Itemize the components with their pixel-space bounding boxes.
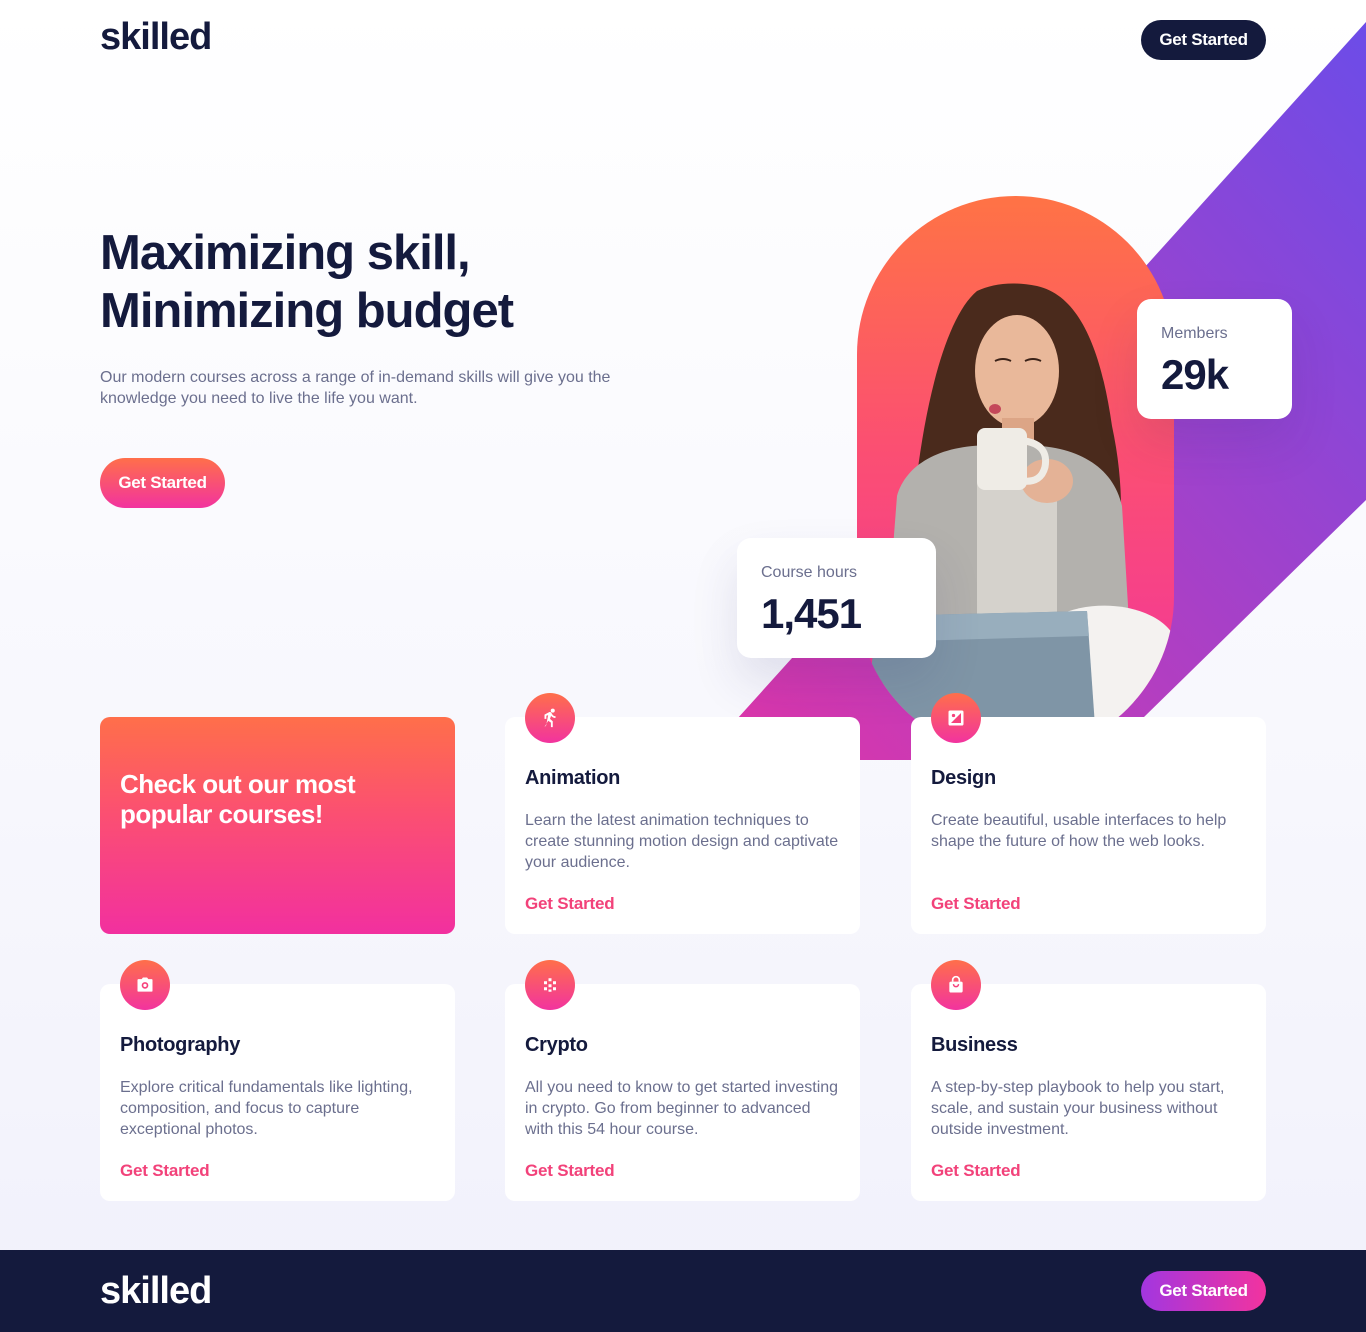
- woman-with-mug-illustration: [862, 283, 1174, 755]
- course-title: Animation: [525, 767, 621, 789]
- course-hours-value: 1,451: [761, 590, 862, 637]
- popular-courses-promo-card: Check out our most popular courses!: [100, 717, 455, 934]
- footer-get-started-button[interactable]: Get Started: [1141, 1271, 1266, 1311]
- course-description: Create beautiful, usable interfaces to h…: [931, 812, 1227, 850]
- members-stat-card: Members 29k: [1137, 299, 1292, 419]
- course-description: A step-by-step playbook to help you star…: [931, 1079, 1225, 1138]
- design-get-started-link[interactable]: Get Started: [931, 894, 1021, 914]
- course-title: Crypto: [525, 1034, 588, 1056]
- course-title: Design: [931, 767, 996, 789]
- footer: skilled Get Started: [0, 1250, 1366, 1332]
- hero-title-line-2: Minimizing budget: [100, 284, 514, 338]
- landing-page: skilled Get Started Maximizing skill, Mi…: [0, 0, 1366, 1332]
- footer-brand-logo[interactable]: skilled: [100, 1270, 212, 1313]
- course-hours-label: Course hours: [761, 564, 858, 581]
- course-card-crypto: Crypto All you need to know to get start…: [505, 960, 860, 1201]
- course-card-design: Design Create beautiful, usable interfac…: [911, 693, 1266, 934]
- course-card-business: Business A step-by-step playbook to help…: [911, 960, 1266, 1201]
- course-title: Photography: [120, 1034, 241, 1056]
- crypto-get-started-link[interactable]: Get Started: [525, 1161, 615, 1181]
- running-figure-icon: [525, 693, 575, 743]
- course-description: Explore critical fundamentals like light…: [120, 1079, 413, 1138]
- course-card-animation: Animation Learn the latest animation tec…: [505, 693, 860, 934]
- hero-subtitle: Our modern courses across a range of in-…: [100, 369, 611, 407]
- camera-icon: [120, 960, 170, 1010]
- course-title: Business: [931, 1034, 1018, 1056]
- course-hours-stat-card: Course hours 1,451: [737, 538, 936, 658]
- hero-title: Maximizing skill, Minimizing budget: [100, 224, 700, 340]
- members-value: 29k: [1161, 351, 1229, 398]
- course-card-photography: Photography Explore critical fundamental…: [100, 960, 455, 1201]
- photography-get-started-link[interactable]: Get Started: [120, 1161, 210, 1181]
- course-description: All you need to know to get started inve…: [525, 1079, 839, 1138]
- hero-get-started-button[interactable]: Get Started: [100, 458, 225, 508]
- brand-logo[interactable]: skilled: [100, 16, 212, 59]
- animation-get-started-link[interactable]: Get Started: [525, 894, 615, 914]
- design-image-icon: [931, 693, 981, 743]
- hero-image: [857, 196, 1174, 755]
- header-get-started-button[interactable]: Get Started: [1141, 20, 1266, 60]
- business-get-started-link[interactable]: Get Started: [931, 1161, 1021, 1181]
- promo-title: Check out our most popular courses!: [120, 769, 356, 829]
- shopping-bag-icon: [931, 960, 981, 1010]
- course-description: Learn the latest animation techniques to…: [525, 812, 839, 871]
- members-label: Members: [1161, 325, 1228, 342]
- hero-title-line-1: Maximizing skill,: [100, 226, 471, 280]
- crypto-dots-icon: [525, 960, 575, 1010]
